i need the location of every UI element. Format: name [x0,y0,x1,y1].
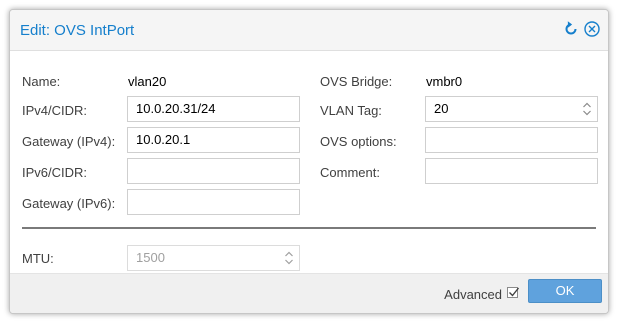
ovs-options-label: OVS options: [320,134,397,149]
mtu-label: MTU: [22,251,54,266]
mtu-spinner-icon[interactable] [284,249,294,267]
dialog-footer: Advanced OK [10,273,608,313]
ipv6-cidr-input[interactable] [127,158,300,184]
ovs-options-input[interactable] [425,127,598,153]
ovs-bridge-value: vmbr0 [426,74,463,89]
gateway-ipv4-label: Gateway (IPv4): [22,134,116,149]
gateway-ipv6-label: Gateway (IPv6): [22,196,116,211]
ovs-bridge-label: OVS Bridge: [320,74,393,89]
vlan-tag-spinner-icon[interactable] [582,100,592,118]
name-value: vlan20 [128,74,167,89]
name-label: Name: [22,74,61,89]
close-icon[interactable] [583,20,601,38]
advanced-label[interactable]: Advanced [444,287,502,302]
ipv6-cidr-label: IPv6/CIDR: [22,165,88,180]
vlan-tag-value: 20 [434,101,449,116]
vlan-tag-input[interactable]: 20 [425,96,598,122]
comment-input[interactable] [425,158,598,184]
dialog-header: Edit: OVS IntPort [10,10,608,51]
ok-button[interactable]: OK [528,279,602,303]
mtu-input[interactable]: 1500 [127,245,300,271]
comment-label: Comment: [320,165,380,180]
dialog-body: Name: vlan20 IPv4/CIDR: 10.0.20.31/24 Ga… [10,51,608,275]
advanced-separator [22,227,596,229]
refresh-icon[interactable] [562,20,580,38]
gateway-ipv6-input[interactable] [127,189,300,215]
ipv4-cidr-label: IPv4/CIDR: [22,103,88,118]
advanced-checkbox[interactable] [507,287,520,298]
ipv4-cidr-input[interactable]: 10.0.20.31/24 [127,96,300,122]
checkmark-icon [509,287,520,297]
gateway-ipv4-input[interactable]: 10.0.20.1 [127,127,300,153]
vlan-tag-label: VLAN Tag: [320,103,382,118]
dialog-title: Edit: OVS IntPort [20,22,135,39]
edit-dialog: Edit: OVS IntPort Name: vlan20 IPv4/CIDR… [9,9,609,314]
mtu-placeholder: 1500 [136,250,165,265]
